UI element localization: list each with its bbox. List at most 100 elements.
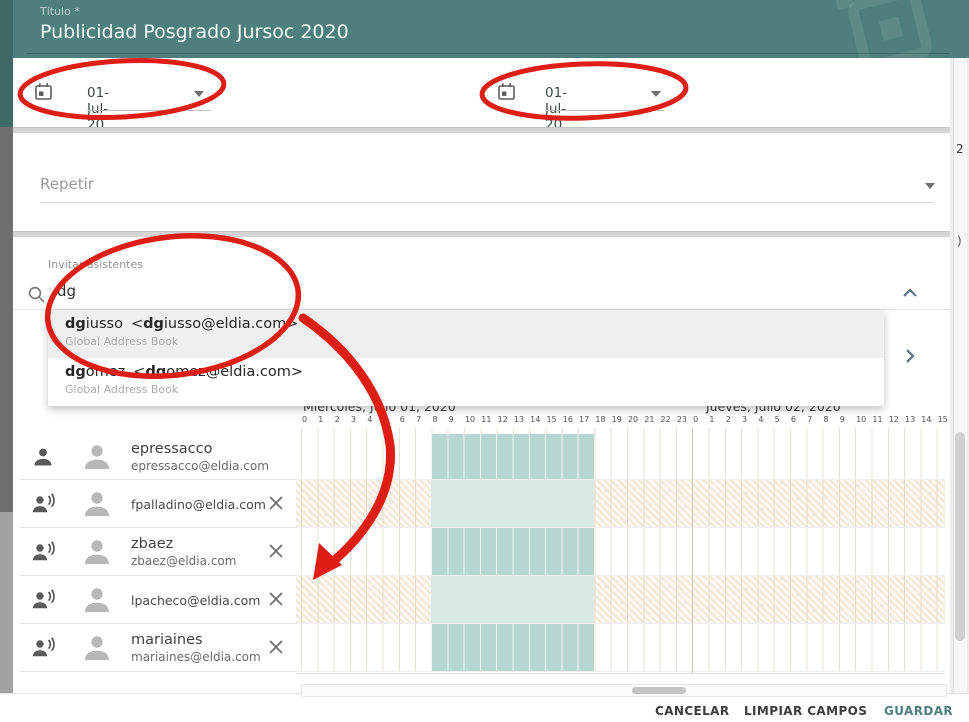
attendee-voice-icon xyxy=(31,540,55,564)
grid-row-mariaines[interactable] xyxy=(296,624,945,672)
remove-attendee-button[interactable] xyxy=(266,494,286,514)
attendee-email: lpacheco@eldia.com xyxy=(131,593,260,608)
field-underline xyxy=(545,110,664,111)
attendee-row: fpalladino@eldia.com xyxy=(13,480,296,528)
cancel-button[interactable]: CANCELAR xyxy=(655,704,730,718)
attendee-name: epressacco xyxy=(131,441,269,457)
chevron-up-icon[interactable] xyxy=(901,286,919,300)
free-busy-selection[interactable] xyxy=(431,624,594,671)
freebusy-grid xyxy=(296,428,945,674)
grid-horizontal-scrollbar-track[interactable] xyxy=(301,684,947,697)
hour-label: 4 xyxy=(366,415,382,427)
hour-label: 11 xyxy=(871,415,887,427)
grid-horizontal-scrollbar-thumb[interactable] xyxy=(632,687,686,694)
date-row: 01-Jul-20 01-Jul-20 xyxy=(13,58,950,127)
calendar-watermark-icon xyxy=(845,0,935,58)
grid-row-fpalladino[interactable] xyxy=(296,480,945,528)
hour-label: 3 xyxy=(741,415,757,427)
chevron-down-icon[interactable] xyxy=(194,91,204,97)
close-icon xyxy=(267,590,285,608)
attendee-voice-icon xyxy=(31,492,55,516)
calendar-icon xyxy=(34,82,53,101)
hour-label: 9 xyxy=(448,415,464,427)
hour-label: 5 xyxy=(774,415,790,427)
repeat-section: Repetir xyxy=(13,133,950,231)
dialog-footer: CANCELAR LIMPIAR CAMPOS GUARDAR xyxy=(0,694,969,722)
hour-label: 10 xyxy=(464,415,480,427)
chevron-right-icon[interactable] xyxy=(903,347,917,365)
save-button[interactable]: GUARDAR xyxy=(884,704,953,718)
hour-label: 7 xyxy=(806,415,822,427)
close-icon xyxy=(267,494,285,512)
avatar xyxy=(81,441,113,473)
close-icon xyxy=(267,638,285,656)
hour-label: 20 xyxy=(627,415,643,427)
title-input[interactable]: Publicidad Posgrado Jursoc 2020 xyxy=(40,21,349,43)
free-busy-selection[interactable] xyxy=(431,528,594,575)
hour-label: 18 xyxy=(594,415,610,427)
attendee-email: mariaines@eldia.com xyxy=(131,650,261,664)
remove-attendee-button[interactable] xyxy=(266,590,286,610)
hour-label: 22 xyxy=(660,415,676,427)
search-icon xyxy=(27,285,46,304)
hour-label: 2 xyxy=(725,415,741,427)
repeat-select[interactable]: Repetir xyxy=(40,175,94,193)
attendee-email: epressacco@eldia.com xyxy=(131,459,269,473)
avatar xyxy=(81,632,113,664)
attendee-row: lpacheco@eldia.com xyxy=(13,576,296,624)
avatar xyxy=(81,488,113,520)
suggestion-source: Global Address Book xyxy=(65,383,884,396)
invite-attendees-input[interactable]: dg xyxy=(57,282,177,300)
attendee-roster: epressacco epressacco@eldia.com fpalladi… xyxy=(13,428,296,672)
attendee-row: mariaines mariaines@eldia.com xyxy=(13,624,296,672)
avatar xyxy=(81,536,113,568)
hour-label: 13 xyxy=(904,415,920,427)
hour-label: 12 xyxy=(888,415,904,427)
hour-label: 15 xyxy=(937,415,953,427)
hour-label: 11 xyxy=(480,415,496,427)
grid-row-zbaez[interactable] xyxy=(296,528,945,576)
hour-label: 0 xyxy=(301,415,317,427)
hour-label: 4 xyxy=(757,415,773,427)
suggestion-source: Global Address Book xyxy=(65,335,884,348)
attendee-email: zbaez@eldia.com xyxy=(131,554,236,568)
hour-label: 7 xyxy=(415,415,431,427)
clipped-background-text: 2 xyxy=(956,142,964,156)
avatar xyxy=(81,584,113,616)
hour-label: 14 xyxy=(529,415,545,427)
hour-label: 8 xyxy=(431,415,447,427)
grid-row-epressacco[interactable] xyxy=(296,434,945,480)
field-underline xyxy=(87,110,211,111)
calendar-icon xyxy=(497,82,516,101)
suggestion-name: dgiusso<dgiusso@eldia.com> xyxy=(65,316,884,332)
organizer-icon xyxy=(31,445,55,469)
free-busy-selection[interactable] xyxy=(431,576,594,623)
hour-label: 14 xyxy=(920,415,936,427)
page-vertical-scrollbar-thumb[interactable] xyxy=(955,432,965,641)
attendee-voice-icon xyxy=(31,636,55,660)
hour-label: 21 xyxy=(643,415,659,427)
hour-label: 2 xyxy=(334,415,350,427)
clear-fields-button[interactable]: LIMPIAR CAMPOS xyxy=(744,704,867,718)
hour-label: 9 xyxy=(839,415,855,427)
grid-row-lpacheco[interactable] xyxy=(296,576,945,624)
attendee-name: zbaez xyxy=(131,536,236,552)
suggestion-item[interactable]: dgiusso<dgiusso@eldia.com> Global Addres… xyxy=(48,310,884,358)
hour-label: 8 xyxy=(823,415,839,427)
end-date-value[interactable]: 01-Jul-20 xyxy=(545,85,568,133)
title-field-label: Título * xyxy=(40,5,80,18)
hour-label: 15 xyxy=(545,415,561,427)
free-busy-selection[interactable] xyxy=(431,480,594,527)
hour-label: 1 xyxy=(708,415,724,427)
start-date-value[interactable]: 01-Jul-20 xyxy=(87,85,110,133)
free-busy-selection[interactable] xyxy=(431,434,594,479)
suggestion-item[interactable]: dgomez<dgomez@eldia.com> Global Address … xyxy=(48,358,884,406)
chevron-down-icon[interactable] xyxy=(925,183,935,189)
remove-attendee-button[interactable] xyxy=(266,638,286,658)
hour-label: 0 xyxy=(692,415,708,427)
remove-attendee-button[interactable] xyxy=(266,542,286,562)
hour-label: 23 xyxy=(676,415,692,427)
close-icon xyxy=(267,542,285,560)
chevron-down-icon[interactable] xyxy=(651,91,661,97)
hour-label: 1 xyxy=(317,415,333,427)
